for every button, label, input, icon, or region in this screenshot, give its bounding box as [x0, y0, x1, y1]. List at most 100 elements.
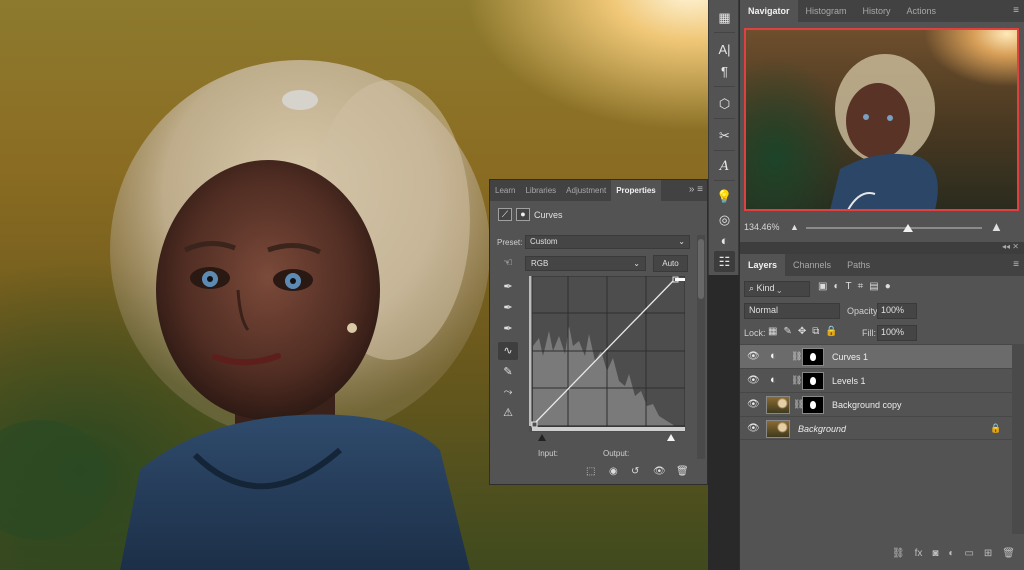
grid-icon[interactable]: ▦: [714, 7, 735, 28]
visibility-eye-icon[interactable]: 👁: [747, 351, 760, 362]
layer-image-thumbnail[interactable]: [766, 396, 790, 414]
panel-divider: ◂◂ ✕: [740, 242, 1024, 254]
layer-name[interactable]: Curves 1: [832, 352, 868, 362]
black-point-eyedropper-icon[interactable]: ✒: [498, 278, 518, 296]
tools-icon[interactable]: ✂: [714, 125, 735, 146]
tab-actions[interactable]: Actions: [899, 0, 945, 22]
white-input-slider[interactable]: [667, 434, 675, 441]
black-input-slider[interactable]: [538, 434, 546, 441]
curves-icon[interactable]: ⟋: [498, 208, 512, 221]
new-layer-icon[interactable]: ⊞: [984, 548, 992, 559]
lock-artboard-icon[interactable]: ⧉: [812, 326, 819, 337]
layer-row-background-copy[interactable]: 👁 ⛓ Background copy: [740, 392, 1012, 416]
layer-name[interactable]: Levels 1: [832, 376, 866, 386]
folder-icon[interactable]: ▭: [964, 548, 973, 559]
tab-adjustment[interactable]: Adjustment: [561, 180, 611, 201]
filter-toggle-icon[interactable]: ●: [885, 281, 891, 292]
toggle-visibility-icon[interactable]: 👁: [653, 466, 666, 477]
filter-smart-object-icon[interactable]: ▤: [869, 281, 878, 292]
opacity-field[interactable]: 100%: [877, 303, 917, 319]
panel-menu-icon[interactable]: ≡: [1013, 5, 1019, 16]
curves-graph[interactable]: [529, 275, 686, 432]
chain-link-icon[interactable]: ⛓: [791, 351, 802, 362]
lock-transparent-icon[interactable]: ▦: [768, 326, 777, 337]
properties-menu-icon[interactable]: » ≡: [689, 184, 703, 195]
filter-type-icon[interactable]: T: [846, 281, 852, 292]
fx-icon[interactable]: fx: [915, 548, 923, 559]
output-label: Output:: [603, 449, 630, 458]
zoom-out-icon[interactable]: ▲: [790, 222, 799, 232]
tab-learn[interactable]: Learn: [490, 180, 520, 201]
tab-libraries[interactable]: Libraries: [520, 180, 561, 201]
channel-select[interactable]: RGB ⌄: [525, 256, 646, 271]
link-icon[interactable]: ⛓: [892, 548, 905, 559]
white-point-eyedropper-icon[interactable]: ✒: [498, 320, 518, 338]
fill-field[interactable]: 100%: [877, 325, 917, 341]
tab-properties[interactable]: Properties: [611, 180, 661, 201]
layer-mask-thumbnail[interactable]: [802, 396, 824, 414]
new-adjustment-icon[interactable]: ◐: [948, 548, 954, 559]
mask-icon[interactable]: ●: [516, 208, 530, 221]
properties-icon[interactable]: ☷: [714, 251, 735, 272]
zoom-slider-thumb[interactable]: [903, 224, 914, 232]
lock-paint-icon[interactable]: ✎: [783, 326, 791, 337]
view-previous-state-icon[interactable]: ◉: [609, 466, 618, 477]
zoom-value[interactable]: 134.46%: [744, 222, 780, 232]
filter-kind-select[interactable]: ⌕ Kind ⌄: [744, 281, 810, 297]
properties-scrollbar[interactable]: [697, 235, 705, 459]
adjustments-icon[interactable]: ◐: [714, 230, 735, 251]
blend-mode-select[interactable]: Normal: [744, 303, 840, 319]
pencil-draw-icon[interactable]: ✎: [498, 363, 518, 381]
layer-row-background[interactable]: 👁 Background 🔒: [740, 416, 1012, 440]
clip-to-layer-icon[interactable]: ⬚: [586, 466, 595, 477]
gray-point-eyedropper-icon[interactable]: ✒: [498, 299, 518, 317]
smooth-curve-icon[interactable]: ⤳: [498, 383, 518, 401]
collapse-icon[interactable]: ◂◂ ✕: [1002, 242, 1019, 251]
filter-pixel-icon[interactable]: ▣: [818, 281, 827, 292]
auto-button[interactable]: Auto: [653, 255, 688, 272]
layer-row-levels[interactable]: 👁 ◐ ⛓ Levels 1: [740, 368, 1012, 392]
navigator-zoom-row: 134.46% ▲ ▲: [740, 218, 1024, 238]
fill-value: 100%: [881, 327, 905, 337]
trash-icon[interactable]: 🗑: [676, 466, 689, 477]
layer-name[interactable]: Background: [798, 424, 846, 434]
visibility-eye-icon[interactable]: 👁: [747, 423, 760, 434]
filter-shape-icon[interactable]: ⌗: [858, 281, 864, 292]
lock-all-icon[interactable]: 🔒: [825, 326, 837, 337]
target-adjust-icon[interactable]: ☜: [498, 254, 518, 272]
lightbulb-icon[interactable]: 💡: [714, 186, 735, 207]
paragraph-icon[interactable]: ¶: [714, 61, 735, 82]
tab-history[interactable]: History: [855, 0, 899, 22]
clipping-warning-icon[interactable]: ⚠: [498, 404, 518, 422]
layer-mask-thumbnail[interactable]: [802, 348, 824, 366]
3d-cube-icon[interactable]: ⬡: [714, 93, 735, 114]
tab-histogram[interactable]: Histogram: [798, 0, 855, 22]
visibility-eye-icon[interactable]: 👁: [747, 375, 760, 386]
chain-link-icon[interactable]: ⛓: [791, 375, 802, 386]
layer-mask-thumbnail[interactable]: [802, 372, 824, 390]
mask-icon[interactable]: ◙: [932, 548, 938, 559]
curve-point-tool-icon[interactable]: ∿: [498, 342, 518, 360]
layers-scrollbar[interactable]: [1012, 344, 1024, 534]
tab-layers[interactable]: Layers: [740, 254, 786, 276]
layer-row-curves[interactable]: 👁 ◐ ⛓ Curves 1: [740, 344, 1012, 368]
zoom-slider[interactable]: [806, 224, 982, 232]
lock-position-icon[interactable]: ✥: [798, 326, 806, 337]
tab-channels[interactable]: Channels: [785, 254, 839, 276]
filter-adjustment-icon[interactable]: ◐: [833, 281, 839, 292]
libraries-icon[interactable]: ◎: [714, 209, 735, 230]
trash-icon[interactable]: 🗑: [1002, 548, 1015, 559]
glyphs-icon[interactable]: 𝐴: [714, 156, 735, 177]
layers-menu-icon[interactable]: ≡: [1013, 259, 1019, 270]
zoom-in-icon[interactable]: ▲: [990, 219, 1003, 234]
reset-icon[interactable]: ↺: [631, 466, 639, 477]
chevron-down-icon: ⌄: [678, 237, 685, 246]
layer-name[interactable]: Background copy: [832, 400, 902, 410]
preset-select[interactable]: Custom ⌄: [525, 235, 690, 249]
tab-navigator[interactable]: Navigator: [740, 0, 798, 22]
tab-paths[interactable]: Paths: [839, 254, 878, 276]
navigator-view-frame[interactable]: [744, 28, 1019, 211]
visibility-eye-icon[interactable]: 👁: [747, 399, 760, 410]
character-icon[interactable]: A|: [714, 39, 735, 60]
layer-image-thumbnail[interactable]: [766, 420, 790, 438]
